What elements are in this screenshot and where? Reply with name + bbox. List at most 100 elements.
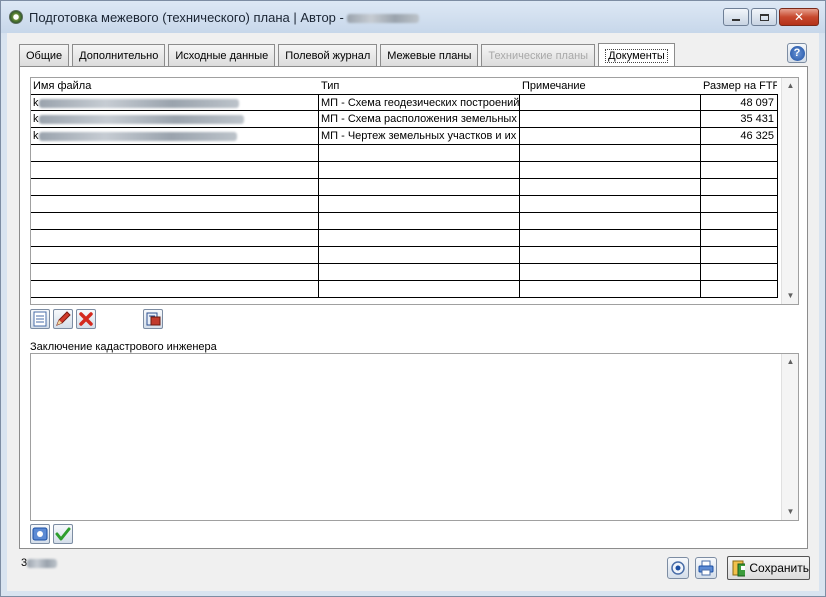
redacted-author (347, 14, 420, 24)
minimize-button[interactable] (723, 8, 749, 26)
redacted-file-name (38, 131, 237, 141)
empty-cell (319, 281, 520, 298)
empty-cell (319, 213, 520, 230)
tab-technical-plans: Технические планы (481, 44, 596, 66)
empty-cell (31, 213, 319, 230)
redacted-file-name (38, 114, 244, 124)
empty-cell (31, 179, 319, 196)
tab-documents[interactable]: Документы (598, 43, 675, 67)
table-row[interactable]: k МП - Чертеж земельных участков и их 46… (31, 128, 778, 145)
tab-source-data[interactable]: Исходные данные (168, 44, 276, 66)
window-title: Подготовка межевого (технического) плана… (29, 10, 420, 25)
cell-note (520, 94, 701, 111)
table-row[interactable]: k МП - Схема геодезических построений 48… (31, 94, 778, 111)
table-row-empty[interactable] (31, 213, 778, 230)
column-header-ftp-size[interactable]: Размер на FTP (701, 78, 778, 94)
conclusion-scrollbar[interactable]: ▲ ▼ (781, 354, 798, 520)
empty-cell (520, 213, 701, 230)
cell-file-name: k (31, 94, 319, 111)
empty-cell (701, 247, 778, 264)
tab-general[interactable]: Общие (19, 44, 70, 66)
grid-scrollbar[interactable]: ▲ ▼ (781, 78, 798, 304)
cell-type: МП - Схема расположения земельных (319, 111, 520, 128)
empty-cell (319, 247, 520, 264)
cell-file-name: k (31, 111, 319, 128)
main-window: Подготовка межевого (технического) плана… (0, 0, 826, 597)
empty-cell (31, 281, 319, 298)
close-icon: ✕ (793, 10, 805, 24)
empty-cell (701, 213, 778, 230)
minimize-icon (732, 19, 740, 21)
help-button[interactable]: ? (787, 43, 807, 63)
table-row-empty[interactable] (31, 162, 778, 179)
table-row-empty[interactable] (31, 247, 778, 264)
table-row-empty[interactable] (31, 196, 778, 213)
scroll-down-icon[interactable]: ▼ (782, 288, 798, 304)
client-area: Общие Дополнительно Исходные данные Поле… (7, 33, 819, 591)
table-row-empty[interactable] (31, 281, 778, 298)
empty-cell (520, 247, 701, 264)
column-header-type[interactable]: Тип (319, 78, 520, 94)
empty-cell (31, 162, 319, 179)
empty-cell (319, 196, 520, 213)
redacted-file-name (38, 98, 239, 108)
empty-cell (319, 145, 520, 162)
tab-additional[interactable]: Дополнительно (72, 44, 166, 66)
table-row-empty[interactable] (31, 145, 778, 162)
table-row[interactable]: k МП - Схема расположения земельных 35 4… (31, 111, 778, 128)
empty-cell (31, 230, 319, 247)
documents-page: Имя файла Тип Примечание Размер на FTP k… (19, 66, 808, 549)
table-row-empty[interactable] (31, 230, 778, 247)
save-button[interactable]: Сохранить (727, 556, 810, 580)
export-document-button[interactable] (143, 309, 163, 329)
scroll-up-icon[interactable]: ▲ (782, 354, 799, 370)
insert-template-button[interactable] (30, 524, 50, 544)
pencil-icon (56, 311, 71, 326)
gear-icon (671, 561, 685, 575)
settings-button[interactable] (667, 557, 689, 579)
checkmark-icon (55, 527, 71, 541)
delete-document-button[interactable] (76, 309, 96, 329)
empty-cell (520, 196, 701, 213)
column-header-note[interactable]: Примечание (520, 78, 701, 94)
empty-cell (520, 145, 701, 162)
empty-cell (31, 264, 319, 281)
table-row-empty[interactable] (31, 264, 778, 281)
empty-cell (319, 162, 520, 179)
empty-cell (701, 145, 778, 162)
empty-cell (701, 230, 778, 247)
scroll-down-icon[interactable]: ▼ (782, 504, 799, 520)
cell-note (520, 128, 701, 145)
footer-toolbar (667, 557, 717, 579)
close-button[interactable]: ✕ (779, 8, 819, 26)
conclusion-textarea[interactable]: ▲ ▼ (30, 353, 799, 521)
cell-type: МП - Чертеж земельных участков и их (319, 128, 520, 145)
tab-field-journal[interactable]: Полевой журнал (278, 44, 378, 66)
save-label: Сохранить (749, 561, 809, 575)
empty-cell (701, 162, 778, 179)
scroll-up-icon[interactable]: ▲ (782, 78, 798, 94)
empty-cell (31, 145, 319, 162)
table-row-empty[interactable] (31, 179, 778, 196)
printer-icon (698, 560, 714, 576)
edit-document-button[interactable] (53, 309, 73, 329)
empty-cell (319, 230, 520, 247)
grid-rows: k МП - Схема геодезических построений 48… (31, 94, 778, 298)
redacted-status (27, 558, 58, 568)
maximize-button[interactable] (751, 8, 777, 26)
delete-icon (79, 312, 93, 326)
help-icon: ? (789, 45, 805, 61)
print-button[interactable] (695, 557, 717, 579)
template-icon (32, 527, 48, 541)
status-text: 3 (21, 557, 58, 569)
tab-strip: Общие Дополнительно Исходные данные Поле… (19, 42, 678, 67)
column-header-file-name[interactable]: Имя файла (31, 78, 319, 94)
cell-size: 48 097 (701, 94, 778, 111)
accept-conclusion-button[interactable] (53, 524, 73, 544)
empty-cell (520, 264, 701, 281)
documents-grid[interactable]: Имя файла Тип Примечание Размер на FTP k… (30, 77, 799, 305)
add-document-button[interactable] (30, 309, 50, 329)
title-bar[interactable]: Подготовка межевого (технического) плана… (1, 1, 825, 33)
tab-boundary-plans[interactable]: Межевые планы (380, 44, 479, 66)
document-icon (33, 311, 47, 327)
